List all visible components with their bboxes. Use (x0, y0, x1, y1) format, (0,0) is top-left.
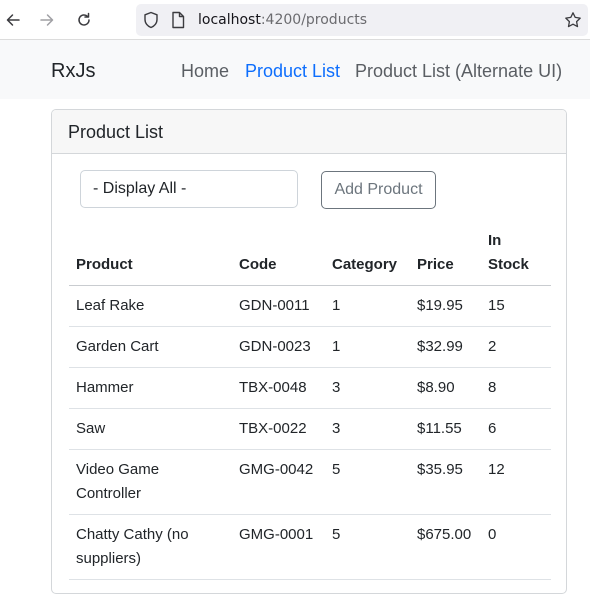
cell-category: 1 (325, 285, 410, 327)
table-row[interactable]: Chatty Cathy (no suppliers) GMG-0001 5 $… (69, 514, 551, 580)
add-product-button[interactable]: Add Product (321, 171, 436, 209)
cell-code: GDN-0023 (232, 326, 325, 368)
cell-stock: 15 (481, 285, 551, 327)
url-text[interactable]: localhost:4200/products (198, 12, 367, 28)
cell-price: $675.00 (410, 514, 481, 580)
cell-product: Hammer (69, 367, 232, 409)
nav-link-product-list[interactable]: Product List (245, 61, 340, 82)
address-bar[interactable]: localhost:4200/products (136, 4, 588, 36)
table-row[interactable]: Leaf Rake GDN-0011 1 $19.95 15 (69, 285, 551, 327)
cell-product: Garden Cart (69, 326, 232, 368)
cell-stock: 2 (481, 326, 551, 368)
cell-stock: 6 (481, 408, 551, 450)
shield-icon[interactable] (143, 11, 159, 34)
back-button[interactable] (0, 7, 26, 33)
reload-button[interactable] (71, 7, 97, 33)
table-row[interactable]: Saw TBX-0022 3 $11.55 6 (69, 408, 551, 450)
cell-product: Chatty Cathy (no suppliers) (69, 514, 232, 580)
navbar-brand[interactable]: RxJs (51, 60, 95, 83)
app-navbar: RxJs Home Product List Product List (Alt… (0, 40, 590, 99)
category-filter-select[interactable]: - Display All - (80, 170, 298, 208)
cell-category: 3 (325, 367, 410, 409)
cell-code: TBX-0048 (232, 367, 325, 409)
cell-code: TBX-0022 (232, 408, 325, 450)
back-arrow-icon (5, 12, 21, 28)
header-price: Price (410, 222, 481, 286)
card-header: Product List (52, 110, 566, 154)
cell-category: 3 (325, 408, 410, 450)
cell-stock: 12 (481, 449, 551, 515)
card-title: Product List (68, 122, 164, 142)
table-row[interactable]: Video Game Controller GMG-0042 5 $35.95 … (69, 449, 551, 515)
cell-price: $32.99 (410, 326, 481, 368)
url-host: localhost (198, 12, 261, 28)
nav-link-home[interactable]: Home (181, 61, 229, 82)
cell-price: $8.90 (410, 367, 481, 409)
header-in-stock: In Stock (481, 222, 551, 286)
cell-code: GDN-0011 (232, 285, 325, 327)
forward-button[interactable] (34, 7, 60, 33)
bookmark-star-icon[interactable] (564, 11, 582, 34)
header-code: Code (232, 222, 325, 286)
reload-icon (76, 12, 92, 28)
product-list-card: Product List - Display All - Add Product… (51, 109, 567, 594)
cell-price: $11.55 (410, 408, 481, 450)
cell-product: Saw (69, 408, 232, 450)
header-category: Category (325, 222, 410, 286)
page-icon[interactable] (171, 11, 185, 34)
cell-product: Video Game Controller (69, 449, 232, 515)
products-table: Product Code Category Price In Stock Lea… (69, 222, 551, 580)
nav-link-product-list-alternate[interactable]: Product List (Alternate UI) (355, 61, 562, 82)
cell-stock: 0 (481, 514, 551, 580)
browser-toolbar: localhost:4200/products (0, 0, 590, 40)
cell-code: GMG-0001 (232, 514, 325, 580)
forward-arrow-icon (39, 12, 55, 28)
header-product: Product (69, 222, 232, 286)
cell-stock: 8 (481, 367, 551, 409)
cell-price: $35.95 (410, 449, 481, 515)
cell-category: 1 (325, 326, 410, 368)
cell-price: $19.95 (410, 285, 481, 327)
cell-code: GMG-0042 (232, 449, 325, 515)
table-row[interactable]: Hammer TBX-0048 3 $8.90 8 (69, 367, 551, 409)
table-row[interactable]: Garden Cart GDN-0023 1 $32.99 2 (69, 326, 551, 368)
table-header-row: Product Code Category Price In Stock (69, 222, 551, 286)
cell-category: 5 (325, 514, 410, 580)
cell-category: 5 (325, 449, 410, 515)
url-path: :4200/products (260, 12, 368, 28)
cell-product: Leaf Rake (69, 285, 232, 327)
